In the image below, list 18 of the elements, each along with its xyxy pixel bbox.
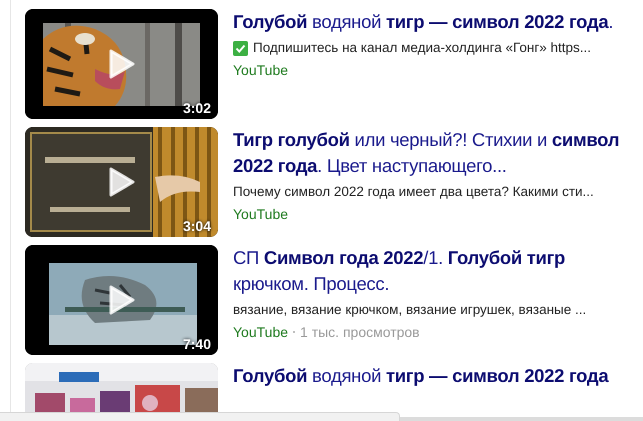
source-link[interactable]: YouTube: [233, 205, 288, 223]
video-duration: 3:02: [182, 101, 211, 115]
play-icon[interactable]: [109, 167, 135, 197]
video-title[interactable]: Голубой водяной тигр — символ 2022 года.: [233, 9, 614, 35]
source-link[interactable]: YouTube: [233, 323, 288, 341]
video-title[interactable]: Голубой водяной тигр — символ 2022 года: [233, 363, 608, 389]
video-title[interactable]: СП Символ года 2022/1. Голубой тигр крючком. Процесс.: [233, 245, 628, 297]
separator-dot: [293, 331, 296, 333]
play-icon[interactable]: [109, 285, 135, 315]
video-description: Подпишитесь на канал медиа-холдинга «Гонг» https...: [253, 39, 592, 57]
video-title[interactable]: Тигр голубой или черный?! Стихии и символ 2022 года. Цвет наступающего...: [233, 127, 628, 179]
source-link[interactable]: YouTube: [233, 61, 288, 79]
video-duration: 7:40: [182, 337, 211, 351]
video-duration: 3:04: [182, 219, 211, 233]
scrollbar[interactable]: [400, 417, 643, 421]
video-description: Почему символ 2022 года имеет два цвета? Какими сти...: [233, 183, 594, 201]
view-count: 1 тыс. просмотров: [300, 323, 420, 341]
video-description: вязание, вязание крючком, вязание игрушек, вязаные ...: [233, 301, 586, 319]
